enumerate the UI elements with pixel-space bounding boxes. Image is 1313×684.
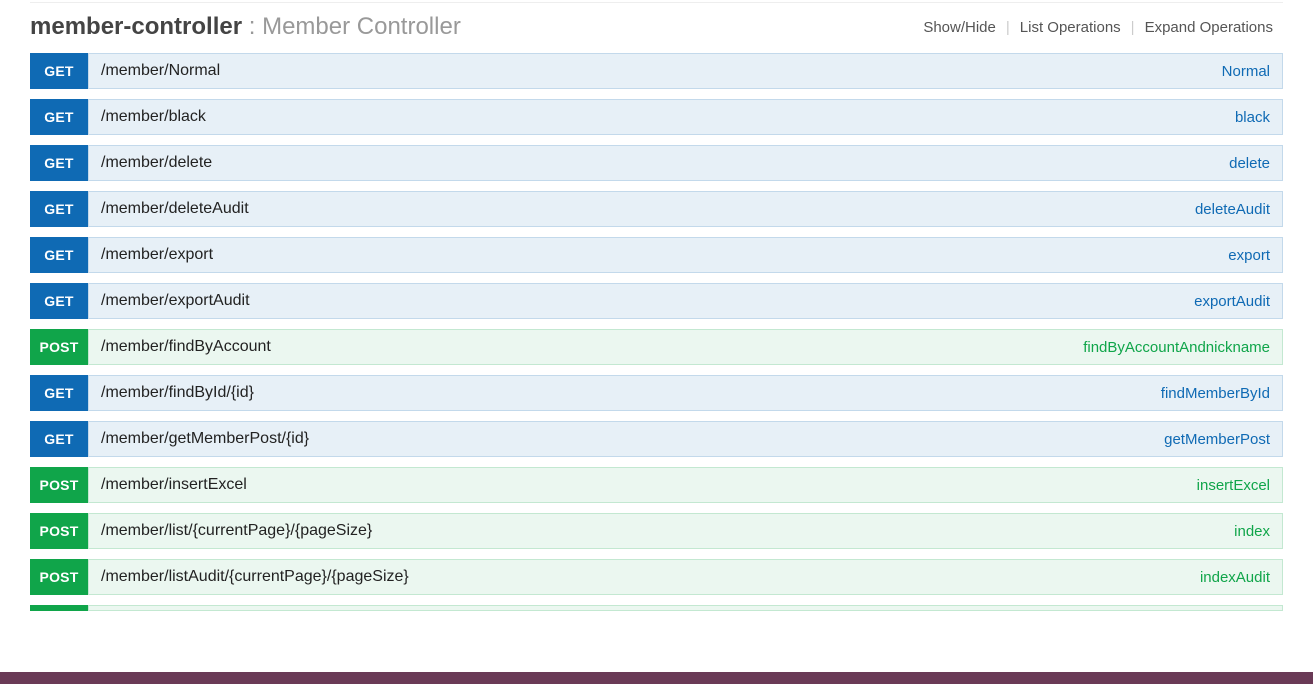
operation-path[interactable]: /member/findByAccount [101,338,271,356]
http-method-badge: POST [30,513,88,549]
operation-body[interactable]: /member/insertExcel insertExcel [88,467,1283,503]
operation-row[interactable]: GET/member/delete delete [30,145,1283,181]
operation-summary[interactable]: indexAudit [1200,569,1270,586]
operation-summary[interactable]: export [1228,247,1270,264]
operation-path[interactable]: /member/listAudit/{currentPage}/{pageSiz… [101,568,409,586]
http-method-badge: POST [30,559,88,595]
operation-row[interactable]: GET/member/getMemberPost/{id} getMemberPo… [30,421,1283,457]
operation-body[interactable]: /member/export export [88,237,1283,273]
operation-row[interactable]: GET/member/black black [30,99,1283,135]
http-method-badge: GET [30,99,88,135]
operation-summary[interactable]: Normal [1222,63,1270,80]
operation-path[interactable]: /member/findById/{id} [101,384,254,402]
operation-row[interactable]: GET/member/exportAudit exportAudit [30,283,1283,319]
operation-body[interactable]: /member/list/{currentPage}/{pageSize} ind… [88,513,1283,549]
operation-body[interactable]: /member/exportAudit exportAudit [88,283,1283,319]
controller-options: Show/Hide | List Operations | Expand Ope… [913,19,1283,36]
http-method-badge: GET [30,237,88,273]
operation-row[interactable]: POST/member/insertExcel insertExcel [30,467,1283,503]
operation-body[interactable]: /member/findByAccount findByAccountAndnic… [88,329,1283,365]
operation-body[interactable]: /member/Normal Normal [88,53,1283,89]
operation-summary[interactable]: delete [1229,155,1270,172]
operation-path[interactable]: /member/Normal [101,62,220,80]
operation-body[interactable]: /member/getMemberPost/{id} getMemberPost [88,421,1283,457]
operations-list: GET/member/Normal Normal GET/member/black b… [30,53,1283,595]
list-operations-link[interactable]: List Operations [1010,19,1131,36]
operation-body[interactable]: /member/listAudit/{currentPage}/{pageSiz… [88,559,1283,595]
operation-row[interactable]: GET/member/findById/{id} findMemberById [30,375,1283,411]
operation-summary[interactable]: black [1235,109,1270,126]
http-method-badge: POST [30,329,88,365]
operation-row[interactable]: GET/member/deleteAudit deleteAudit [30,191,1283,227]
http-method-badge: GET [30,283,88,319]
http-method-badge: POST [30,467,88,503]
controller-name: member-controller [30,13,242,40]
operation-summary[interactable]: findMemberById [1161,385,1270,402]
operation-path[interactable]: /member/insertExcel [101,476,247,494]
operation-path[interactable]: /member/list/{currentPage}/{pageSize} [101,522,372,540]
operation-summary[interactable]: insertExcel [1197,477,1270,494]
http-method-badge: GET [30,145,88,181]
http-method-badge [30,605,88,611]
footer-bar [0,672,1313,684]
operation-path[interactable]: /member/export [101,246,213,264]
http-method-badge: GET [30,421,88,457]
operation-path[interactable]: /member/exportAudit [101,292,250,310]
http-method-badge: GET [30,53,88,89]
operation-row[interactable]: POST/member/listAudit/{currentPage}/{pag… [30,559,1283,595]
controller-desc: Member Controller [262,13,461,40]
expand-operations-link[interactable]: Expand Operations [1135,19,1283,36]
operation-path[interactable]: /member/black [101,108,206,126]
show-hide-link[interactable]: Show/Hide [913,19,1006,36]
operation-summary[interactable]: index [1234,523,1270,540]
operation-path[interactable]: /member/delete [101,154,212,172]
http-method-badge: GET [30,375,88,411]
operation-row[interactable]: POST/member/findByAccount findByAccountAn… [30,329,1283,365]
operation-body[interactable]: /member/black black [88,99,1283,135]
operation-body[interactable]: /member/findById/{id} findMemberById [88,375,1283,411]
operation-path[interactable]: /member/deleteAudit [101,200,249,218]
operation-summary[interactable]: exportAudit [1194,293,1270,310]
operation-row[interactable]: POST/member/list/{currentPage}/{pageSize… [30,513,1283,549]
operation-path[interactable]: /member/getMemberPost/{id} [101,430,309,448]
operation-body[interactable]: /member/delete delete [88,145,1283,181]
operation-row[interactable]: GET/member/export export [30,237,1283,273]
controller-header[interactable]: member-controller : Member Controller Sh… [30,2,1283,53]
operation-body[interactable] [88,605,1283,611]
operation-row[interactable]: GET/member/Normal Normal [30,53,1283,89]
operation-row[interactable] [30,605,1283,611]
http-method-badge: GET [30,191,88,227]
operation-summary[interactable]: findByAccountAndnickname [1083,339,1270,356]
controller-separator: : [242,13,262,40]
operation-summary[interactable]: getMemberPost [1164,431,1270,448]
operation-summary[interactable]: deleteAudit [1195,201,1270,218]
controller-title[interactable]: member-controller : Member Controller [30,13,461,41]
operation-body[interactable]: /member/deleteAudit deleteAudit [88,191,1283,227]
